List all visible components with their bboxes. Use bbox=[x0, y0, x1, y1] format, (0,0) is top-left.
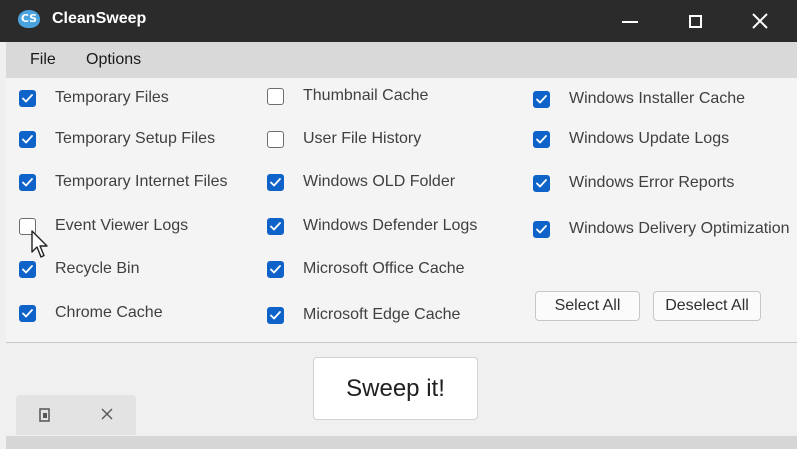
checkbox-microsoft-office-cache[interactable]: Microsoft Office Cache bbox=[267, 258, 465, 280]
checkbox-temporary-files[interactable]: Temporary Files bbox=[19, 87, 169, 109]
checkbox-label: Windows Error Reports bbox=[569, 174, 735, 191]
checkmark-icon bbox=[536, 224, 547, 233]
checkbox-user-file-history[interactable]: User File History bbox=[267, 128, 421, 150]
checkbox-label: Windows Update Logs bbox=[569, 130, 730, 147]
checkmark-icon bbox=[22, 134, 33, 143]
minimize-button[interactable] bbox=[600, 0, 660, 42]
checkbox-label: Temporary Files bbox=[55, 89, 169, 106]
checkbox-windows-installer-cache[interactable]: Windows Installer Cache bbox=[533, 88, 745, 110]
window-title: CleanSweep bbox=[52, 10, 147, 27]
checkmark-icon bbox=[536, 178, 547, 187]
minimize-icon bbox=[622, 21, 638, 23]
checkmark-icon bbox=[22, 308, 33, 317]
checkbox-thumbnail-cache[interactable]: Thumbnail Cache bbox=[267, 85, 428, 107]
checkmark-icon bbox=[270, 310, 281, 319]
checkbox-label: Temporary Internet Files bbox=[55, 173, 228, 190]
checkbox-box[interactable] bbox=[533, 220, 550, 238]
checkbox-label: Chrome Cache bbox=[55, 304, 163, 321]
checkbox-windows-update-logs[interactable]: Windows Update Logs bbox=[533, 128, 729, 150]
checkbox-label: Recycle Bin bbox=[55, 260, 140, 277]
taskbar-tab[interactable] bbox=[16, 395, 136, 435]
checkbox-box[interactable] bbox=[19, 89, 36, 107]
checkbox-label: Windows Delivery Optimization bbox=[569, 220, 790, 237]
menu-file[interactable]: File bbox=[30, 51, 56, 69]
close-button[interactable] bbox=[730, 0, 790, 42]
action-area: Sweep it! bbox=[6, 343, 797, 449]
checkbox-label: Thumbnail Cache bbox=[303, 87, 429, 104]
checkmark-icon bbox=[536, 134, 547, 143]
checkbox-box[interactable] bbox=[267, 306, 284, 324]
checkbox-label: Temporary Setup Files bbox=[55, 130, 216, 147]
checkbox-label: Event Viewer Logs bbox=[55, 217, 189, 234]
checkbox-box[interactable] bbox=[533, 130, 550, 148]
checkbox-chrome-cache[interactable]: Chrome Cache bbox=[19, 302, 163, 324]
checkbox-box[interactable] bbox=[19, 260, 36, 278]
checkbox-recycle-bin[interactable]: Recycle Bin bbox=[19, 258, 139, 280]
deselect-all-button[interactable]: Deselect All bbox=[653, 291, 761, 321]
document-icon bbox=[39, 408, 50, 422]
checkmark-icon bbox=[22, 264, 33, 273]
checkmark-icon bbox=[536, 94, 547, 103]
checkbox-label: Microsoft Office Cache bbox=[303, 260, 465, 277]
menu-bar: File Options bbox=[6, 42, 797, 78]
checkbox-box[interactable] bbox=[19, 304, 36, 322]
checkbox-box[interactable] bbox=[19, 130, 36, 148]
checkbox-microsoft-edge-cache[interactable]: Microsoft Edge Cache bbox=[267, 304, 460, 326]
checkbox-temporary-internet-files[interactable]: Temporary Internet Files bbox=[19, 171, 228, 193]
cleanup-options-panel: Temporary Files Temporary Setup Files Te… bbox=[6, 78, 797, 342]
checkbox-box[interactable] bbox=[267, 130, 284, 148]
checkbox-box[interactable] bbox=[267, 173, 284, 191]
checkbox-box[interactable] bbox=[533, 90, 550, 108]
checkbox-label: Windows Installer Cache bbox=[569, 90, 746, 107]
sweep-button[interactable]: Sweep it! bbox=[313, 357, 478, 420]
maximize-icon bbox=[688, 14, 702, 28]
app-logo-icon: CS bbox=[18, 10, 40, 28]
checkbox-temporary-setup-files[interactable]: Temporary Setup Files bbox=[19, 128, 215, 150]
checkbox-box[interactable] bbox=[267, 217, 284, 235]
checkbox-box[interactable] bbox=[267, 260, 284, 278]
checkbox-label: Windows Defender Logs bbox=[303, 217, 478, 234]
maximize-button[interactable] bbox=[665, 0, 725, 42]
close-icon bbox=[752, 13, 768, 29]
checkbox-label: User File History bbox=[303, 130, 422, 147]
checkmark-icon bbox=[270, 221, 281, 230]
checkmark-icon bbox=[270, 177, 281, 186]
checkmark-icon bbox=[22, 93, 33, 102]
checkmark-icon bbox=[270, 264, 281, 273]
checkbox-label: Windows OLD Folder bbox=[303, 173, 456, 190]
checkbox-windows-delivery-optimization[interactable]: Windows Delivery Optimization bbox=[533, 218, 790, 240]
checkbox-label: Microsoft Edge Cache bbox=[303, 306, 461, 323]
checkbox-box[interactable] bbox=[19, 173, 36, 191]
checkbox-box[interactable] bbox=[267, 87, 284, 105]
checkbox-windows-error-reports[interactable]: Windows Error Reports bbox=[533, 172, 734, 194]
close-icon[interactable] bbox=[100, 407, 114, 421]
menu-options[interactable]: Options bbox=[86, 51, 141, 69]
cleansweep-window: CS CleanSweep File Options Temporary Fil… bbox=[0, 0, 797, 449]
checkbox-windows-defender-logs[interactable]: Windows Defender Logs bbox=[267, 215, 477, 237]
title-bar: CS CleanSweep bbox=[0, 0, 797, 42]
select-all-button[interactable]: Select All bbox=[535, 291, 640, 321]
checkbox-box[interactable] bbox=[533, 174, 550, 192]
mouse-cursor-icon bbox=[31, 230, 48, 258]
checkmark-icon bbox=[22, 177, 33, 186]
status-strip bbox=[6, 436, 797, 449]
checkbox-windows-old-folder[interactable]: Windows OLD Folder bbox=[267, 171, 455, 193]
